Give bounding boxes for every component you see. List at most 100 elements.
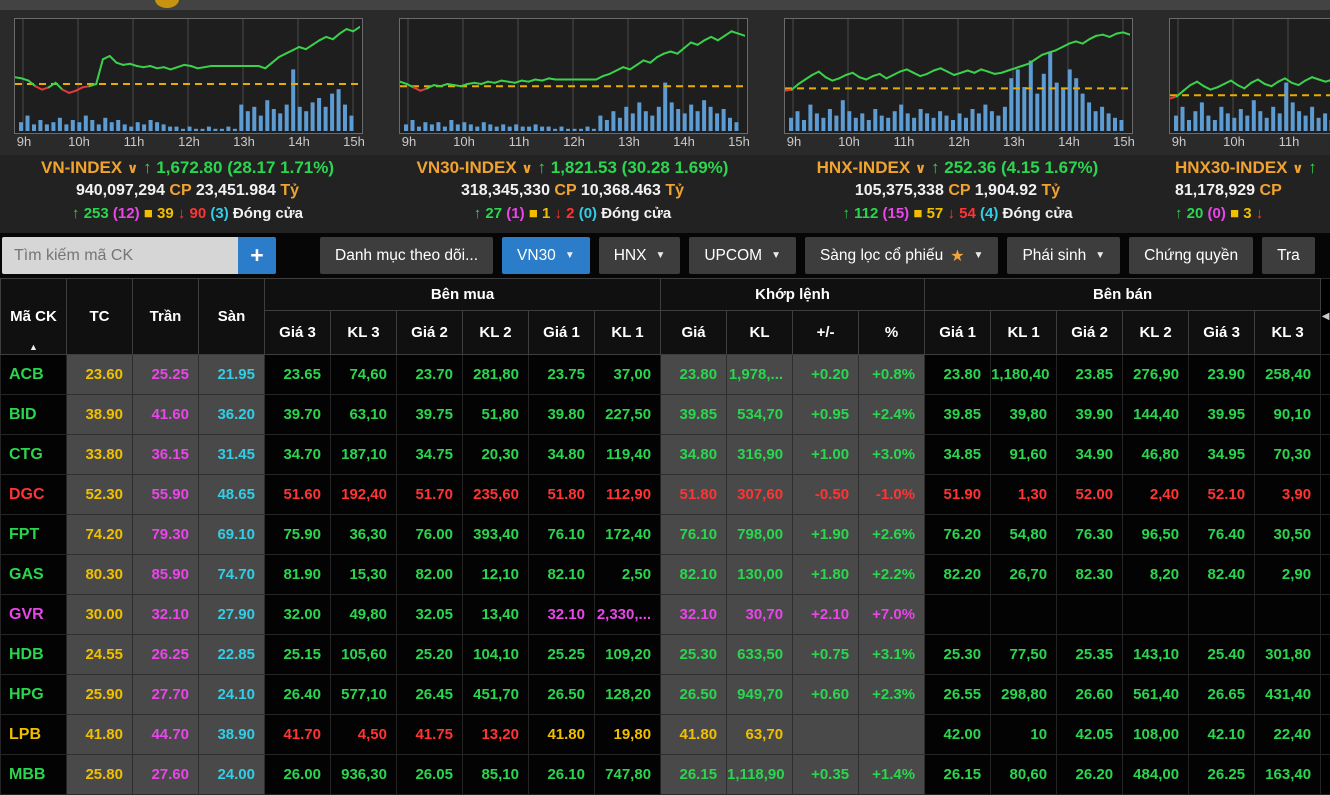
data-cell: 82.20 [925,555,991,595]
table-row[interactable]: DGC52.3055.9048.6551.60192,4051.70235,60… [1,475,1330,515]
data-cell: 42.05 [1057,715,1123,755]
reference-price-cell: 25.80 [67,755,133,795]
data-cell [1057,595,1123,635]
chevron-down-icon[interactable]: ∨ [1292,160,1303,176]
table-row[interactable]: MBB25.8027.6024.0026.00936,3026.0585,102… [1,755,1330,795]
tab-label: Tra [1277,247,1300,265]
ceiling-price-cell: 26.25 [133,635,199,675]
data-cell: 298,80 [991,675,1057,715]
table-row[interactable]: HDB24.5526.2522.8525.15105,6025.20104,10… [1,635,1330,675]
data-cell: 42.10 [1189,715,1255,755]
index-summary-row: VN-INDEX ∨ ↑ 1,672.80 (28.17 1.71%)940,0… [0,155,1330,233]
data-cell: 1,118,90 [727,755,793,795]
tab-label: Sàng lọc cổ phiếu [820,247,943,265]
time-axis-label: 12h [178,134,200,149]
header-symbol[interactable]: Mã CK ▲ [1,279,67,355]
index-line-1: VN30-INDEX ∨ ↑ 1,821.53 (30.28 1.69%) [399,156,746,180]
time-axis-label: 9h [787,134,801,149]
index-line-2: 81,178,929 CP [1175,180,1330,203]
data-cell: 26.50 [661,675,727,715]
chevron-down-icon: ▼ [771,250,781,261]
floor-price-cell: 36.20 [199,395,265,435]
chevron-down-icon: ▼ [1095,250,1105,261]
sub-header-gi-3: Giá 3 [1189,311,1255,355]
data-cell: 26.45 [397,675,463,715]
data-cell: 23.70 [397,355,463,395]
data-cell: -1.0% [859,475,925,515]
unchanged: ■ 57 [913,205,943,222]
data-cell: +3.0% [859,435,925,475]
sub-header-kl: KL [727,311,793,355]
ceiling-price-cell: 85.90 [133,555,199,595]
table-row[interactable]: CTG33.8036.1531.4534.70187,1034.7520,303… [1,435,1330,475]
chevron-down-icon[interactable]: ∨ [127,160,138,176]
index-line-2: 105,375,338 CP 1,904.92 Tỷ [784,180,1131,203]
time-axis-label: 10h [838,134,860,149]
header-symbol-label: Mã CK [10,308,57,325]
tab-label: Danh mục theo dõi... [335,247,478,265]
floor-price-cell: 38.90 [199,715,265,755]
table-row[interactable]: BID38.9041.6036.2039.7063,1039.7551,8039… [1,395,1330,435]
sub-header-kl-3: KL 3 [1255,311,1321,355]
data-cell: 41.80 [661,715,727,755]
data-cell: 23.80 [661,355,727,395]
table-row[interactable]: GVR30.0032.1027.9032.0049,8032.0513,4032… [1,595,1330,635]
data-cell: 76.20 [925,515,991,555]
index-summary: VN-INDEX ∨ ↑ 1,672.80 (28.17 1.71%)940,0… [14,156,361,224]
chevron-down-icon[interactable]: ∨ [521,160,532,176]
table-row[interactable]: LPB41.8044.7038.9041.704,5041.7513,2041.… [1,715,1330,755]
data-cell: 119,40 [595,435,661,475]
data-cell: 34.80 [661,435,727,475]
table-row[interactable]: GAS80.3085.9074.7081.9015,3082.0012,1082… [1,555,1330,595]
data-cell: 26.40 [265,675,331,715]
tab-ph-i-sinh[interactable]: Phái sinh▼ [1007,237,1120,274]
tab-s-ng-l-c-c-phi-u[interactable]: Sàng lọc cổ phiếu★▼ [805,237,998,274]
search-input[interactable] [2,237,238,274]
scroll-left-icon[interactable]: ◀ [1321,279,1330,355]
data-cell: 75.90 [265,515,331,555]
data-cell: 26.15 [925,755,991,795]
chevron-down-icon: ▼ [565,250,575,261]
chevron-down-icon[interactable]: ∨ [915,160,926,176]
table-row[interactable]: FPT74.2079.3069.1075.9036,3076.00393,407… [1,515,1330,555]
tab-ch-ng-quy-n[interactable]: Chứng quyền [1129,237,1253,274]
up-arrow-icon: ↑ [931,158,940,177]
data-cell: 54,80 [991,515,1057,555]
tab-hnx[interactable]: HNX▼ [599,237,681,274]
data-cell [1189,595,1255,635]
tab-upcom[interactable]: UPCOM▼ [689,237,796,274]
data-cell: 227,50 [595,395,661,435]
data-cell: 32.05 [397,595,463,635]
data-cell: 4,50 [331,715,397,755]
add-symbol-button[interactable]: + [238,237,276,274]
time-axis-label: 10h [1223,134,1245,149]
data-cell: 34.90 [1057,435,1123,475]
session-status: Đóng cửa [233,205,303,222]
ceiling-price-cell: 41.60 [133,395,199,435]
data-cell: +1.00 [793,435,859,475]
data-cell: 25.30 [661,635,727,675]
table-row[interactable]: HPG25.9027.7024.1026.40577,1026.45451,70… [1,675,1330,715]
data-cell: 23.80 [925,355,991,395]
table-row[interactable]: ACB23.6025.2521.9523.6574,6023.70281,802… [1,355,1330,395]
reference-price-cell: 30.00 [67,595,133,635]
data-cell: 10 [991,715,1057,755]
tab-tra[interactable]: Tra [1262,237,1315,274]
data-cell: 76.10 [661,515,727,555]
data-cell [991,595,1057,635]
data-cell: 51.70 [397,475,463,515]
time-axis-label: 11h [124,134,145,149]
data-cell: 26.50 [529,675,595,715]
time-axis-label: 15h [343,134,365,149]
tab-vn30[interactable]: VN30▼ [502,237,590,274]
index-shares: 318,345,330 [461,182,550,199]
floor-price-cell: 22.85 [199,635,265,675]
end-spacer-cell [1321,515,1330,555]
sub-header-gi-1: Giá 1 [925,311,991,355]
data-cell: 109,20 [595,635,661,675]
star-icon: ★ [950,246,964,266]
index-value: 252.36 [944,158,996,177]
data-cell: +0.20 [793,355,859,395]
tab-danh-m-c-theo-d-i[interactable]: Danh mục theo dõi... [320,237,493,274]
index-name: VN-INDEX [41,158,122,177]
